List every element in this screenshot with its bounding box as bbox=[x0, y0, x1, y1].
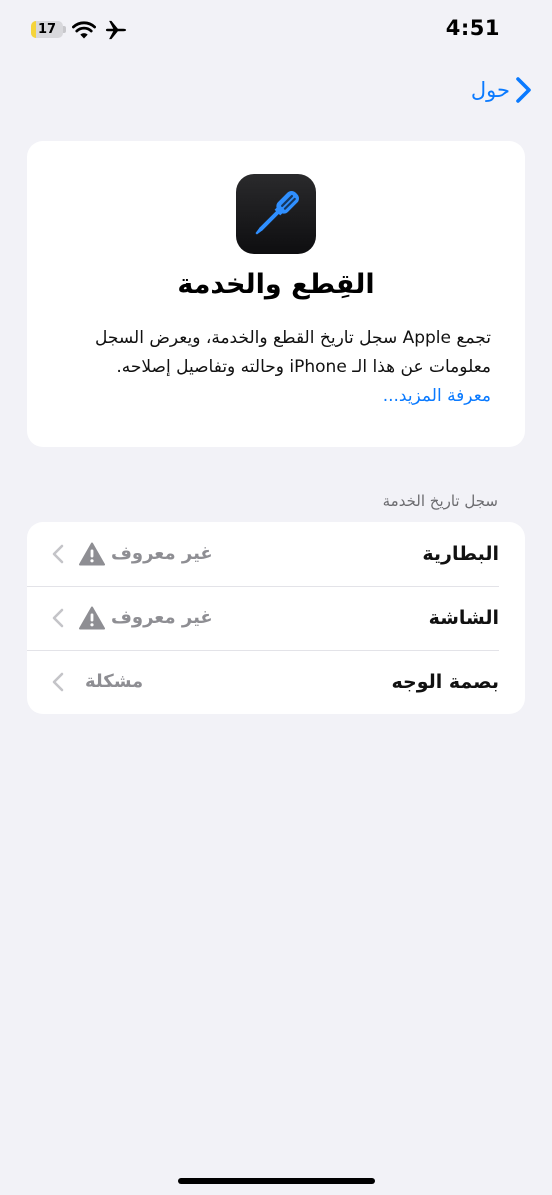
list-item-label: بصمة الوجه bbox=[391, 671, 499, 693]
list-item-value: غير معروف bbox=[111, 607, 213, 628]
list-item-display[interactable]: الشاشة غير معروف bbox=[27, 586, 525, 650]
chevron-left-icon bbox=[52, 672, 64, 692]
service-history-list: البطارية غير معروف الشاشة غير معروف بصمة… bbox=[27, 522, 525, 714]
back-button-label: حول bbox=[470, 78, 510, 102]
battery-nub bbox=[63, 26, 66, 33]
chevron-left-icon bbox=[52, 544, 64, 564]
section-header: سجل تاريخ الخدمة bbox=[382, 492, 498, 510]
airplane-icon bbox=[105, 20, 127, 40]
battery-icon: 17 bbox=[31, 21, 63, 38]
warning-icon bbox=[79, 606, 105, 630]
status-time: 4:51 bbox=[445, 16, 500, 40]
warning-icon bbox=[79, 542, 105, 566]
list-item-battery[interactable]: البطارية غير معروف bbox=[27, 522, 525, 586]
battery-level: 17 bbox=[37, 22, 57, 37]
list-item-label: البطارية bbox=[422, 543, 499, 565]
back-button[interactable]: حول bbox=[469, 72, 536, 108]
chevron-right-icon bbox=[516, 77, 531, 103]
hero-title: القِطع والخدمة bbox=[177, 269, 375, 300]
hero-description: تجمع Apple سجل تاريخ القطع والخدمة، ويعر… bbox=[71, 324, 491, 411]
chevron-left-icon bbox=[52, 608, 64, 628]
list-item-face-id[interactable]: بصمة الوجه مشكلة bbox=[27, 650, 525, 714]
home-indicator[interactable] bbox=[178, 1178, 375, 1184]
parts-service-info-card: القِطع والخدمة تجمع Apple سجل تاريخ القط… bbox=[27, 141, 525, 447]
list-item-label: الشاشة bbox=[428, 607, 499, 629]
status-bar: 17 4:51 bbox=[0, 0, 552, 60]
parts-service-app-icon bbox=[236, 174, 316, 254]
learn-more-link[interactable]: معرفة المزيد... bbox=[383, 386, 491, 406]
wifi-icon bbox=[72, 21, 96, 39]
hero-description-text: تجمع Apple سجل تاريخ القطع والخدمة، ويعر… bbox=[95, 328, 491, 377]
list-item-value: مشكلة bbox=[85, 671, 144, 692]
screwdriver-icon bbox=[255, 191, 299, 235]
list-item-value: غير معروف bbox=[111, 543, 213, 564]
